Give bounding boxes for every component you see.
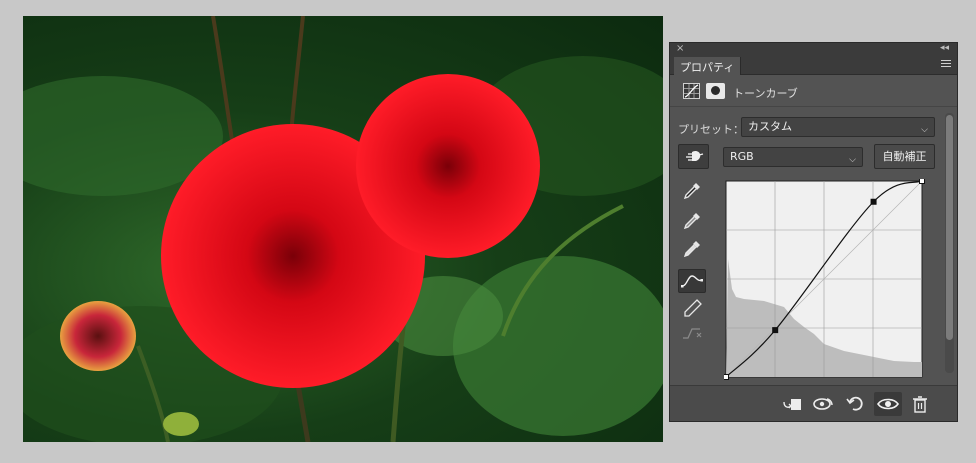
dahlia-photo <box>23 16 663 442</box>
chevron-down-icon: ⌵ <box>849 155 856 165</box>
adjustment-type-label: トーンカーブ <box>733 87 798 100</box>
image-canvas[interactable] <box>23 16 663 442</box>
reset-icon[interactable] <box>844 394 864 414</box>
curve-control-point <box>870 198 877 205</box>
channel-value: RGB <box>730 150 754 163</box>
smooth-icon <box>683 328 702 339</box>
panel-menu-icon[interactable] <box>941 60 951 69</box>
panel-bottom-bar <box>670 385 957 421</box>
panel-tabbar: プロパティ <box>670 57 957 75</box>
curve-control-point <box>723 374 729 380</box>
pencil-icon <box>684 299 702 317</box>
gray-point-eyedropper[interactable] <box>678 209 706 233</box>
second-flower <box>356 74 540 258</box>
preset-value: カスタム <box>748 120 792 133</box>
curve-control-point <box>772 327 779 334</box>
preset-dropdown[interactable]: カスタム ⌵ <box>741 117 935 137</box>
collapse-panel-icon[interactable]: ◂◂ <box>940 43 949 53</box>
black-point-eyedropper[interactable] <box>678 179 706 203</box>
trash-icon[interactable] <box>910 394 930 414</box>
edit-points-tool[interactable] <box>678 269 706 293</box>
adjustment-type-row: トーンカーブ <box>670 75 957 107</box>
tab-properties[interactable]: プロパティ <box>674 57 742 75</box>
draw-curve-tool[interactable] <box>678 295 706 319</box>
curve-control-point <box>919 178 925 184</box>
eyedropper-white-icon <box>683 241 700 258</box>
curve-points-icon <box>681 275 703 288</box>
channel-dropdown[interactable]: RGB ⌵ <box>723 147 863 167</box>
smooth-curve-tool[interactable] <box>678 321 706 345</box>
eyedropper-black-icon <box>683 183 700 200</box>
layer-mask-icon[interactable] <box>706 83 725 99</box>
chevron-down-icon: ⌵ <box>921 125 928 135</box>
properties-panel: × ◂◂ プロパティ トーンカーブ プリセット： カスタム ⌵ RGB ⌵ 自動… <box>669 42 958 422</box>
hand-icon <box>686 150 704 161</box>
panel-titlebar: × ◂◂ <box>670 43 957 57</box>
visibility-toggle-icon[interactable] <box>874 392 902 416</box>
panel-scrollbar[interactable] <box>945 113 954 373</box>
curves-adjustment-icon[interactable] <box>683 83 700 99</box>
curves-graph[interactable] <box>723 178 926 382</box>
white-point-eyedropper[interactable] <box>678 237 706 261</box>
curves-graph-svg[interactable] <box>723 178 926 382</box>
scrollbar-thumb[interactable] <box>946 115 953 340</box>
close-panel-icon[interactable]: × <box>676 43 684 54</box>
eyedropper-gray-icon <box>683 213 700 230</box>
preset-label: プリセット： <box>678 123 744 136</box>
view-previous-state-icon[interactable] <box>812 394 833 414</box>
clip-to-layer-icon[interactable] <box>781 394 801 414</box>
auto-button[interactable]: 自動補正 <box>874 144 935 169</box>
targeted-adjustment-tool-button[interactable] <box>678 144 709 169</box>
